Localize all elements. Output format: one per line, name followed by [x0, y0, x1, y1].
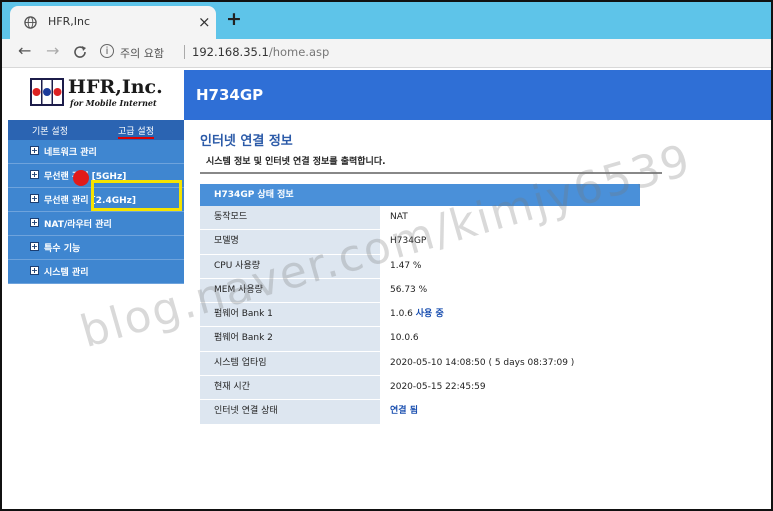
- sidebar-tabs: 기본 설정 고급 설정: [8, 120, 184, 140]
- table-row: MEM 사용량 56.73 %: [200, 278, 640, 304]
- hfr-logo-mark-icon: [30, 78, 64, 106]
- row-label: 인터넷 연결 상태: [200, 400, 380, 424]
- url-path: /home.asp: [268, 45, 330, 59]
- table-row: 인터넷 연결 상태 연결 됨: [200, 400, 640, 425]
- sidebar-item-special-features[interactable]: + 특수 기능: [8, 236, 184, 260]
- browser-toolbar: ← → i 주의 요함 192.168.35.1/home.asp: [2, 39, 771, 68]
- page-header: H734GP: [184, 70, 771, 120]
- expand-plus-icon: +: [30, 218, 39, 227]
- table-row: 펌웨어 Bank 1 1.0.6 사용 중: [200, 303, 640, 328]
- expand-plus-icon: +: [30, 146, 39, 155]
- section-title: 인터넷 연결 정보: [200, 134, 293, 149]
- table-row: 시스템 업타임 2020-05-10 14:08:50 ( 5 days 08:3…: [200, 351, 640, 377]
- expand-plus-icon: +: [30, 194, 39, 203]
- main-content: 인터넷 연결 정보 시스템 정보 및 인터넷 연결 정보를 출력합니다. H73…: [184, 120, 771, 509]
- reload-icon[interactable]: [72, 44, 88, 60]
- row-value: 1.47 %: [380, 254, 640, 278]
- sidebar-item-label: 시스템 관리: [44, 268, 89, 278]
- row-value: H734GP: [380, 230, 640, 254]
- row-label: 현재 시간: [200, 376, 380, 400]
- row-label: CPU 사용량: [200, 254, 380, 278]
- sidebar-item-label: 네트워크 관리: [44, 148, 97, 158]
- highlight-box: [91, 180, 182, 211]
- logo: HFR,Inc. for Mobile Internet: [2, 68, 184, 118]
- table-row: 모델명 H734GP: [200, 230, 640, 255]
- logo-tagline: for Mobile Internet: [70, 98, 157, 108]
- row-label: 시스템 업타임: [200, 351, 380, 376]
- row-value: NAT: [380, 206, 640, 230]
- globe-icon: [24, 16, 37, 29]
- row-label: 펌웨어 Bank 2: [200, 327, 380, 351]
- screenshot-frame: HFR,Inc × + ← → i 주의 요함 192.168.35.1/hom…: [0, 0, 773, 511]
- expand-plus-icon: +: [30, 266, 39, 275]
- browser-tabstrip: HFR,Inc × +: [2, 2, 771, 39]
- tab-basic-settings[interactable]: 기본 설정: [32, 124, 68, 137]
- sidebar-item-label: NAT/라우터 관리: [44, 220, 112, 230]
- row-value-cell: 1.0.6 사용 중: [380, 303, 640, 327]
- sidebar-item-label: 특수 기능: [44, 244, 81, 254]
- url-host: 192.168.35.1: [192, 45, 269, 59]
- expand-plus-icon: +: [30, 242, 39, 251]
- model-title: H734GP: [196, 86, 264, 104]
- expand-plus-icon: +: [30, 170, 39, 179]
- status-table-header: H734GP 상태 정보: [200, 184, 640, 206]
- browser-tab[interactable]: HFR,Inc ×: [10, 6, 216, 39]
- row-value: 2020-05-10 14:08:50 ( 5 days 08:37:09 ): [380, 351, 640, 376]
- red-marker-dot: [73, 170, 89, 186]
- tab-advanced-settings[interactable]: 고급 설정: [118, 124, 154, 137]
- row-label: MEM 사용량: [200, 278, 380, 303]
- row-label: 모델명: [200, 230, 380, 254]
- section-description: 시스템 정보 및 인터넷 연결 정보를 출력합니다.: [206, 157, 386, 167]
- close-tab-icon[interactable]: ×: [198, 13, 211, 31]
- info-icon[interactable]: i: [100, 44, 114, 58]
- row-value: 10.0.6: [380, 327, 640, 351]
- forward-button[interactable]: →: [46, 41, 59, 60]
- row-value: 56.73 %: [380, 278, 640, 303]
- new-tab-button[interactable]: +: [226, 8, 242, 30]
- connection-status-value: 연결 됨: [380, 400, 640, 424]
- sidebar-item-system[interactable]: + 시스템 관리: [8, 260, 184, 284]
- row-label: 동작모드: [200, 206, 380, 230]
- router-page: HFR,Inc. for Mobile Internet H734GP 기본 설…: [2, 68, 771, 509]
- table-row: 동작모드 NAT: [200, 206, 640, 231]
- tab-title: HFR,Inc: [48, 15, 91, 28]
- logo-name: HFR,Inc.: [68, 76, 163, 98]
- sidebar-menu: +네트워크 관리 +무선랜 관리 [5GHz] +무선랜 관리 [2.4GHz]…: [8, 140, 184, 284]
- section-divider: [200, 172, 662, 174]
- firmware-in-use-badge: 사용 중: [415, 309, 444, 320]
- sidebar-item-nat-router[interactable]: + NAT/라우터 관리: [8, 212, 184, 236]
- table-row: 펌웨어 Bank 2 10.0.6: [200, 327, 640, 352]
- row-value: 2020-05-15 22:45:59: [380, 376, 640, 400]
- table-row: 현재 시간 2020-05-15 22:45:59: [200, 376, 640, 401]
- row-value: 1.0.6: [390, 309, 413, 320]
- address-separator: [184, 45, 185, 59]
- status-table: H734GP 상태 정보 동작모드 NAT 모델명 H734GP CPU 사용량 1.…: [200, 184, 640, 425]
- security-warning[interactable]: 주의 요함: [120, 45, 164, 61]
- row-label: 펌웨어 Bank 1: [200, 303, 380, 327]
- back-button[interactable]: ←: [18, 41, 31, 60]
- sidebar-item-network[interactable]: + 네트워크 관리: [8, 140, 184, 164]
- table-row: CPU 사용량 1.47 %: [200, 254, 640, 279]
- address-bar[interactable]: 192.168.35.1/home.asp: [192, 45, 329, 59]
